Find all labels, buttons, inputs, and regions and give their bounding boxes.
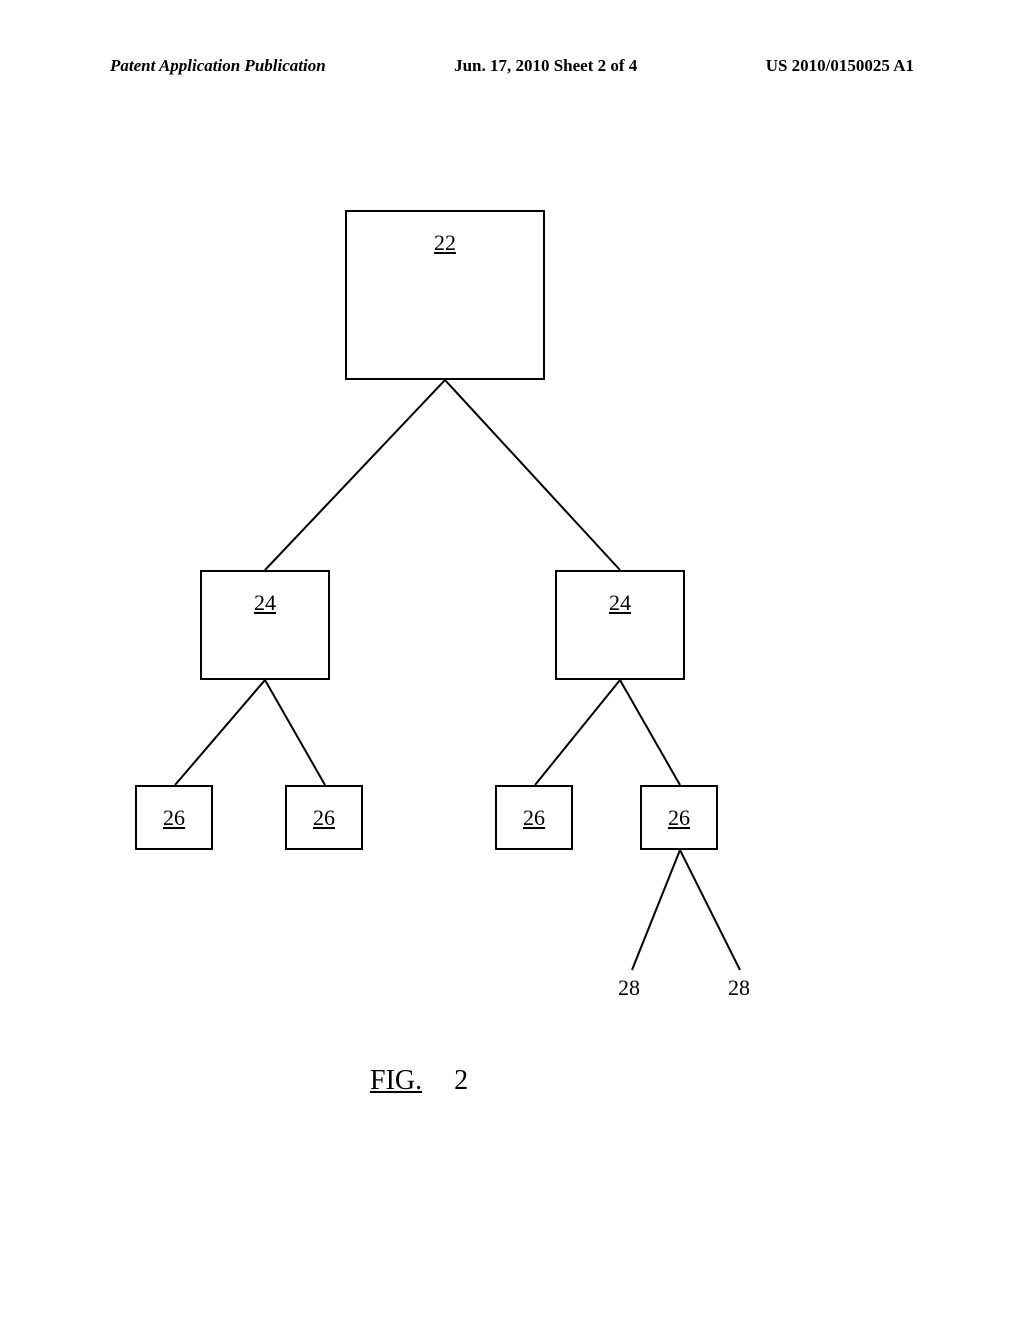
- figure-caption: FIG. 2: [370, 1065, 468, 1097]
- figure-label: FIG.: [370, 1065, 422, 1096]
- node-root: 22: [345, 210, 545, 380]
- node-mid-right-label: 24: [609, 590, 631, 616]
- node-leaf-3-label: 26: [523, 805, 545, 831]
- node-leaf-1: 26: [135, 785, 213, 850]
- node-mid-left-label: 24: [254, 590, 276, 616]
- node-leaf-4-label: 26: [668, 805, 690, 831]
- node-mid-left: 24: [200, 570, 330, 680]
- subnode-2-label: 28: [728, 975, 750, 1001]
- figure-number: 2: [454, 1065, 468, 1096]
- header-patent-number: US 2010/0150025 A1: [766, 56, 914, 76]
- node-mid-right: 24: [555, 570, 685, 680]
- node-leaf-3: 26: [495, 785, 573, 850]
- page-header: Patent Application Publication Jun. 17, …: [0, 56, 1024, 76]
- node-leaf-4: 26: [640, 785, 718, 850]
- node-root-label: 22: [434, 230, 456, 256]
- subnode-1-label: 28: [618, 975, 640, 1001]
- node-leaf-2-label: 26: [313, 805, 335, 831]
- header-date-sheet: Jun. 17, 2010 Sheet 2 of 4: [454, 56, 637, 76]
- tree-diagram: 22 24 24 26 26 26 26 28 28: [0, 200, 1024, 1100]
- header-publication-type: Patent Application Publication: [110, 56, 326, 76]
- node-leaf-1-label: 26: [163, 805, 185, 831]
- node-leaf-2: 26: [285, 785, 363, 850]
